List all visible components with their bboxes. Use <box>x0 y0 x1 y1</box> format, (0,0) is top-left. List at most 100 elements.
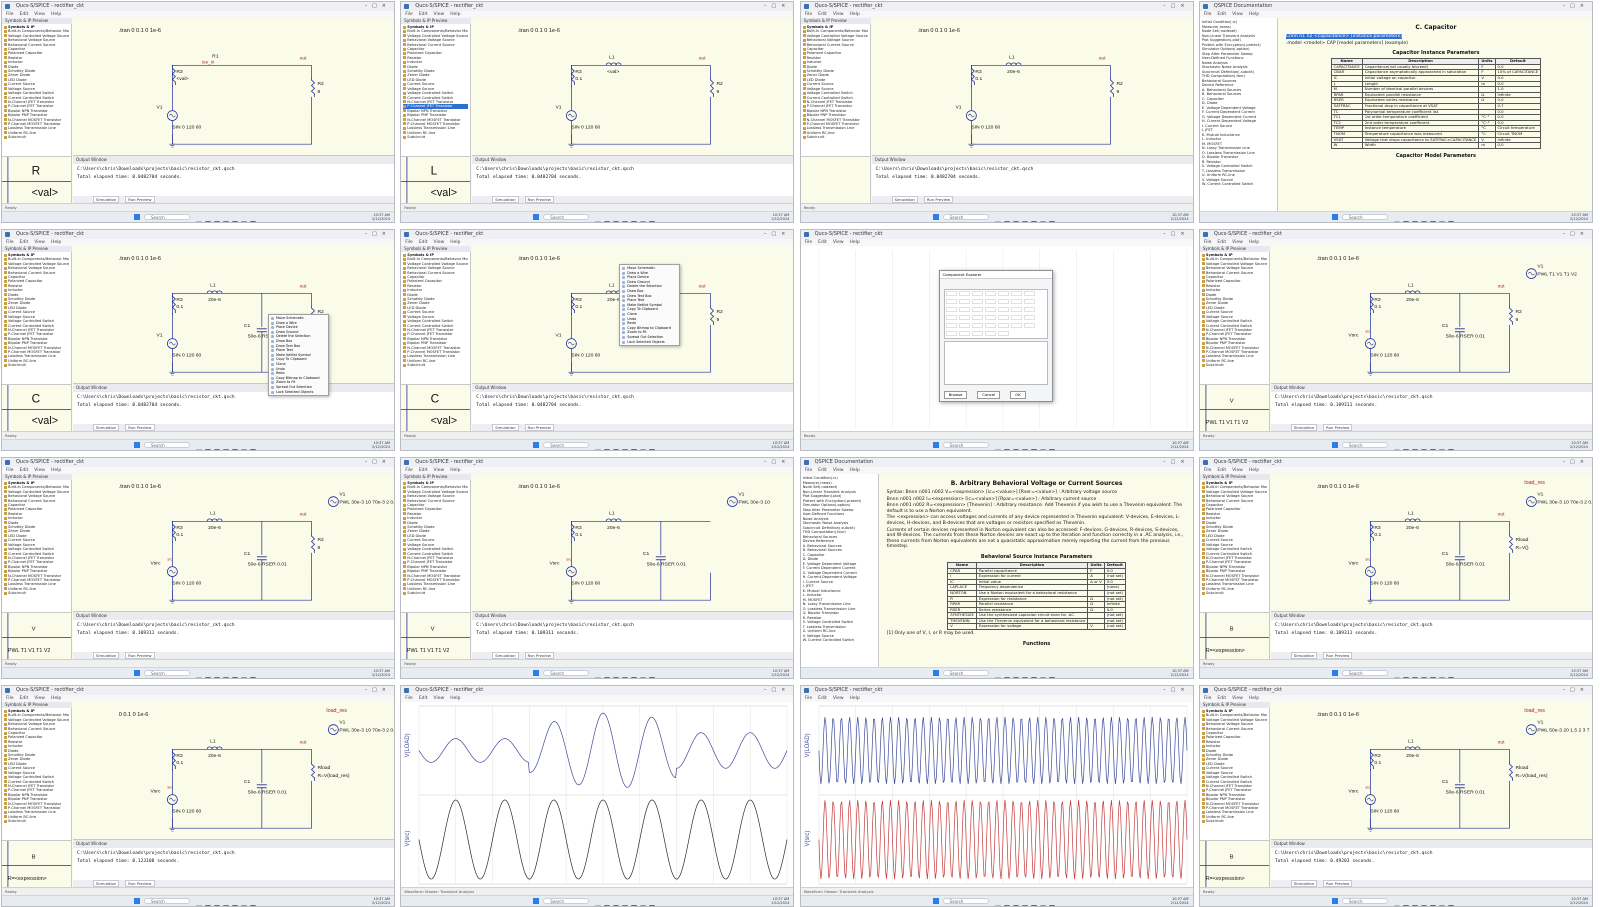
taskbar-app-icon[interactable] <box>595 677 602 678</box>
menu-item-edit[interactable]: Edit <box>419 12 428 17</box>
schematic-canvas[interactable]: .tran 0 0.1 0 1e-6 R3 0.1 V1 SIN 0 120 60 L1 <… <box>472 18 793 156</box>
component-cell[interactable] <box>1010 299 1022 304</box>
output-tab[interactable]: Simulation <box>93 196 120 203</box>
menu-item-view[interactable]: View <box>34 468 45 473</box>
taskbar-search[interactable]: Search <box>144 670 190 676</box>
window-controls[interactable]: –□× <box>1163 458 1189 467</box>
menu-item-edit[interactable]: Edit <box>1217 468 1226 473</box>
output-tab[interactable]: Run Preview <box>524 652 554 659</box>
component-cell[interactable] <box>945 315 957 320</box>
taskbar-app-icon[interactable] <box>1447 449 1454 450</box>
taskbar-app-icon[interactable] <box>595 221 602 222</box>
taskbar-search[interactable]: Search <box>543 898 590 904</box>
output-tab[interactable]: Run Preview <box>524 196 554 203</box>
window-controls[interactable]: –□× <box>1562 2 1588 11</box>
taskbar-search[interactable]: Search <box>543 214 590 220</box>
taskbar-app-icon[interactable] <box>223 449 229 450</box>
component-cell[interactable] <box>1023 323 1035 328</box>
menu-item-file[interactable]: File <box>405 696 413 701</box>
component-cell[interactable] <box>971 291 983 296</box>
component-cell[interactable] <box>1023 307 1035 312</box>
menu-item-help[interactable]: Help <box>450 468 460 473</box>
window-controls[interactable]: –□× <box>764 686 790 695</box>
taskbar-app-icon[interactable] <box>1402 449 1409 450</box>
menu-item-edit[interactable]: Edit <box>20 468 29 473</box>
taskbar-app-icon[interactable] <box>214 449 220 450</box>
taskbar-app-icon[interactable] <box>1447 677 1454 678</box>
menu-item-file[interactable]: File <box>6 468 14 473</box>
component-cell[interactable] <box>997 323 1009 328</box>
symbol-tree[interactable]: Symbols & IP Built-In Components/Behavior… <box>1199 708 1270 840</box>
component-cell[interactable] <box>984 307 996 312</box>
menu-item-file[interactable]: File <box>805 468 813 473</box>
component-cell[interactable] <box>971 307 983 312</box>
taskbar-app-icon[interactable] <box>1003 221 1010 222</box>
taskbar-app-icon[interactable] <box>250 677 256 678</box>
taskbar-app-icon[interactable] <box>1030 677 1037 678</box>
window-controls[interactable]: –□× <box>1562 230 1588 239</box>
component-cell[interactable] <box>1023 299 1035 304</box>
output-tab[interactable]: Simulation <box>1290 652 1318 659</box>
taskbar-app-icon[interactable] <box>604 221 611 222</box>
tree-item[interactable]: Subcircuit <box>1201 591 1267 595</box>
taskbar-app-icon[interactable] <box>1420 221 1427 222</box>
schematic-canvas[interactable]: .tran 0 0.1 0 1e-6 R3 0.1 Vsrc SIN 0 120 60 L… <box>1271 246 1592 384</box>
windows-start-icon[interactable] <box>932 442 939 448</box>
schematic-canvas[interactable]: .tran 0 0.1 0 1e-6 R3 0.1 Vsrc SIN 0 120 60 L… <box>472 474 793 612</box>
window-controls[interactable]: –□× <box>1562 458 1588 467</box>
taskbar-search[interactable]: Search <box>144 214 190 220</box>
menu-item-file[interactable]: File <box>1204 696 1212 701</box>
component-cell[interactable] <box>971 315 983 320</box>
taskbar-app-icon[interactable] <box>241 449 247 450</box>
taskbar-search[interactable]: Search <box>1341 898 1388 904</box>
menu-item-help[interactable]: Help <box>850 240 860 245</box>
taskbar-app-icon[interactable] <box>250 449 256 450</box>
component-cell[interactable] <box>1023 291 1035 296</box>
tree-item[interactable]: Subcircuit <box>4 819 69 823</box>
taskbar-app-icon[interactable] <box>622 677 629 678</box>
menu-item-view[interactable]: View <box>434 12 445 17</box>
taskbar-app-icon[interactable] <box>1393 677 1400 678</box>
menu-item-help[interactable]: Help <box>450 696 460 701</box>
schematic-canvas[interactable]: .tran 0 0.1 0 1e-6 R3 0.1 V1 SIN 0 120 60 L1 2… <box>73 246 394 384</box>
windows-start-icon[interactable] <box>134 898 140 904</box>
taskbar-app-icon[interactable] <box>1411 677 1418 678</box>
windows-start-icon[interactable] <box>134 442 140 448</box>
menu-item-file[interactable]: File <box>6 696 14 701</box>
taskbar-app-icon[interactable] <box>1039 221 1046 222</box>
taskbar-app-icon[interactable] <box>1030 449 1037 450</box>
symbol-tree[interactable]: Symbols & IP Built-In Components/Behavior… <box>2 480 72 612</box>
component-cell[interactable] <box>971 299 983 304</box>
taskbar-app-icon[interactable] <box>1447 221 1454 222</box>
component-cell[interactable] <box>958 307 970 312</box>
taskbar-app-icon[interactable] <box>1030 221 1037 222</box>
taskbar-app-icon[interactable] <box>205 221 211 222</box>
menu-item-file[interactable]: File <box>1204 12 1212 17</box>
taskbar-app-icon[interactable] <box>613 221 620 222</box>
windows-start-icon[interactable] <box>533 214 540 220</box>
menu-item-file[interactable]: File <box>805 240 813 245</box>
taskbar-app-icon[interactable] <box>1402 221 1409 222</box>
taskbar-app-icon[interactable] <box>1048 449 1055 450</box>
window-controls[interactable]: –□× <box>764 458 790 467</box>
component-grid[interactable] <box>943 289 1048 339</box>
component-cell[interactable] <box>945 299 957 304</box>
taskbar-app-icon[interactable] <box>196 449 202 450</box>
symbol-tree[interactable]: Symbols & IP Built-In Components/Behavior… <box>800 24 871 156</box>
menu-item-edit[interactable]: Edit <box>419 240 428 245</box>
tree-item[interactable]: Subcircuit <box>4 591 69 595</box>
taskbar-app-icon[interactable] <box>1012 449 1019 450</box>
doc-tree-item[interactable]: W. Current Controlled Switch <box>1202 182 1275 187</box>
menu-item-file[interactable]: File <box>6 240 14 245</box>
context-menu[interactable]: Move Schematic Draw a Wire Place Device Dra… <box>619 264 680 347</box>
menu-item-file[interactable]: File <box>1204 240 1212 245</box>
taskbar-app-icon[interactable] <box>1438 449 1445 450</box>
menu-item-help[interactable]: Help <box>1249 240 1259 245</box>
component-cell[interactable] <box>984 291 996 296</box>
symbol-tree[interactable]: Symbols & IP Built-In Components/Behavior… <box>2 708 72 840</box>
taskbar-app-icon[interactable] <box>640 449 647 450</box>
taskbar-app-icon[interactable] <box>250 221 256 222</box>
taskbar-app-icon[interactable] <box>232 449 238 450</box>
output-tab[interactable]: Simulation <box>1290 880 1318 887</box>
menu-item-view[interactable]: View <box>34 12 45 17</box>
